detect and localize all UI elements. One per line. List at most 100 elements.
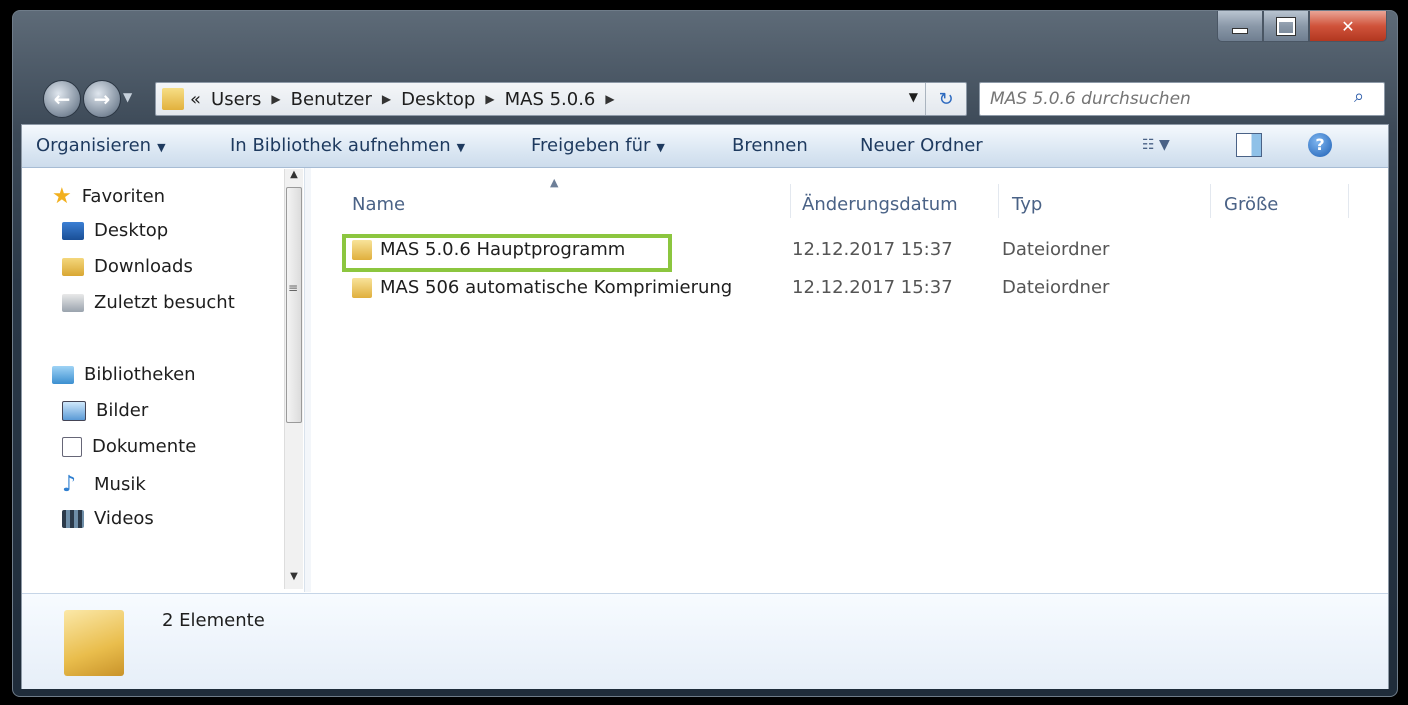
recent-places-icon: [62, 293, 84, 312]
pane-splitter[interactable]: [304, 168, 311, 592]
close-button[interactable]: ✕: [1309, 11, 1387, 42]
nav-item-documents[interactable]: Dokumente: [62, 436, 196, 457]
nav-item-favorites[interactable]: ★ Favoriten: [52, 184, 165, 209]
nav-item-pictures[interactable]: Bilder: [62, 400, 148, 421]
arrow-right-icon: →: [93, 87, 111, 111]
minimize-icon: [1232, 28, 1248, 34]
nav-label: Bibliotheken: [84, 364, 196, 385]
sort-ascending-icon: ▲: [550, 176, 559, 189]
videos-icon: [62, 509, 84, 528]
nav-item-music[interactable]: ♪ Musik: [62, 472, 146, 497]
command-bar: Organisieren ▼ In Bibliothek aufnehmen ▼ F…: [22, 125, 1388, 168]
item-count: 2 Elemente: [162, 610, 265, 631]
chevron-down-icon: ▼: [656, 141, 665, 154]
file-type: Dateiordner: [1002, 277, 1110, 298]
nav-label: Dokumente: [92, 436, 197, 457]
scroll-up-icon[interactable]: ▲: [285, 169, 303, 187]
details-pane: 2 Elemente: [22, 593, 1388, 689]
breadcrumb-users[interactable]: Users: [211, 89, 261, 110]
scroll-down-icon[interactable]: ▼: [285, 571, 303, 589]
minimize-button[interactable]: [1217, 11, 1263, 42]
search-icon[interactable]: ⌕: [1354, 86, 1378, 110]
breadcrumb-mas[interactable]: MAS 5.0.6: [505, 89, 596, 110]
nav-item-recent[interactable]: Zuletzt besucht: [62, 292, 235, 313]
file-type: Dateiordner: [1002, 239, 1110, 260]
close-icon: ✕: [1341, 16, 1355, 36]
recent-pages-dropdown[interactable]: ▼: [123, 90, 132, 104]
search-input[interactable]: [988, 88, 1332, 110]
address-bar[interactable]: « Users ▶ Benutzer ▶ Desktop ▶ MAS 5.0.6…: [155, 82, 967, 116]
grip-icon: ≡: [288, 281, 299, 295]
search-box[interactable]: ⌕: [979, 82, 1385, 116]
organize-label: Organisieren: [36, 135, 152, 156]
column-divider[interactable]: [1348, 184, 1349, 218]
back-button[interactable]: ←: [43, 80, 81, 118]
column-divider[interactable]: [998, 184, 999, 218]
help-icon[interactable]: ?: [1308, 133, 1332, 157]
column-divider[interactable]: [1210, 184, 1211, 218]
breadcrumb-benutzer[interactable]: Benutzer: [291, 89, 372, 110]
file-date: 12.12.2017 15:37: [792, 277, 953, 298]
nav-item-downloads[interactable]: Downloads: [62, 256, 193, 277]
star-icon: ★: [52, 184, 72, 209]
chevron-right-icon[interactable]: ▶: [605, 92, 614, 106]
navigation-row: ← → ▼ « Users ▶ Benutzer ▶ Desktop ▶ MAS…: [31, 78, 1385, 118]
scrollbar-thumb[interactable]: [286, 187, 302, 423]
column-header-size[interactable]: Größe: [1224, 194, 1278, 215]
nav-item-desktop[interactable]: Desktop: [62, 220, 168, 241]
library-label: In Bibliothek aufnehmen: [230, 135, 451, 156]
file-name: MAS 506 automatische Komprimierung: [380, 277, 733, 298]
new-folder-button[interactable]: Neuer Ordner: [860, 135, 983, 156]
libraries-icon: [52, 365, 74, 384]
navigation-pane: ★ Favoriten Desktop Downloads Zuletzt bes…: [22, 168, 292, 592]
add-to-library-menu[interactable]: In Bibliothek aufnehmen ▼: [230, 135, 465, 156]
file-row[interactable]: MAS 5.0.6 Hauptprogramm 12.12.2017 15:37…: [332, 234, 1332, 272]
maximize-button[interactable]: [1263, 11, 1309, 42]
breadcrumb: « Users ▶ Benutzer ▶ Desktop ▶ MAS 5.0.6…: [190, 89, 615, 110]
caption-buttons: ✕: [1217, 11, 1387, 42]
column-header-date[interactable]: Änderungsdatum: [802, 194, 958, 215]
chevron-right-icon[interactable]: ▶: [382, 92, 391, 106]
breadcrumb-desktop[interactable]: Desktop: [401, 89, 475, 110]
organize-menu[interactable]: Organisieren ▼: [36, 135, 166, 156]
file-list: ▲ Name Änderungsdatum Typ Größe MAS 5.0.…: [312, 168, 1388, 592]
nav-label: Favoriten: [81, 186, 166, 207]
nav-label: Zuletzt besucht: [94, 292, 235, 313]
explorer-window: ✕ ← → ▼ « Users ▶ Benutzer ▶ Desktop ▶ M…: [12, 10, 1398, 697]
client-area: Organisieren ▼ In Bibliothek aufnehmen ▼ F…: [21, 124, 1389, 689]
nav-item-videos[interactable]: Videos: [62, 508, 154, 529]
share-with-menu[interactable]: Freigeben für ▼: [531, 135, 665, 156]
chevron-down-icon: ▼: [157, 141, 166, 154]
folder-icon: [352, 240, 372, 260]
folder-icon: [64, 610, 124, 676]
desktop-icon: [62, 221, 84, 240]
column-divider[interactable]: [790, 184, 791, 218]
burn-button[interactable]: Brennen: [732, 135, 808, 156]
column-header-type[interactable]: Typ: [1012, 194, 1042, 215]
pictures-icon: [62, 400, 86, 421]
downloads-icon: [62, 257, 84, 276]
chevron-down-icon: ▼: [456, 141, 466, 154]
nav-label: Videos: [94, 508, 154, 529]
arrow-left-icon: ←: [53, 87, 71, 111]
refresh-icon: ↻: [938, 88, 954, 110]
column-header-name[interactable]: Name: [352, 194, 405, 215]
screen-frame: ✕ ← → ▼ « Users ▶ Benutzer ▶ Desktop ▶ M…: [0, 0, 1408, 705]
chevron-right-icon[interactable]: ▶: [485, 92, 494, 106]
maximize-icon: [1277, 17, 1295, 35]
file-row[interactable]: MAS 506 automatische Komprimierung 12.12…: [332, 272, 1332, 306]
view-options-icon[interactable]: ☷ ▼: [1142, 137, 1170, 153]
preview-pane-icon[interactable]: [1236, 133, 1262, 157]
forward-button[interactable]: →: [83, 80, 121, 118]
nav-label: Desktop: [94, 220, 169, 241]
address-dropdown-icon[interactable]: ▼: [909, 90, 918, 104]
breadcrumb-overflow[interactable]: «: [190, 89, 201, 110]
file-name: MAS 5.0.6 Hauptprogramm: [380, 239, 626, 260]
navigation-scrollbar[interactable]: ▲ ≡ ▼: [284, 169, 303, 589]
chevron-right-icon[interactable]: ▶: [271, 92, 280, 106]
file-date: 12.12.2017 15:37: [792, 239, 953, 260]
documents-icon: [62, 436, 82, 457]
nav-item-libraries[interactable]: Bibliotheken: [52, 364, 196, 385]
refresh-button[interactable]: ↻: [925, 83, 966, 115]
nav-label: Bilder: [96, 400, 149, 421]
